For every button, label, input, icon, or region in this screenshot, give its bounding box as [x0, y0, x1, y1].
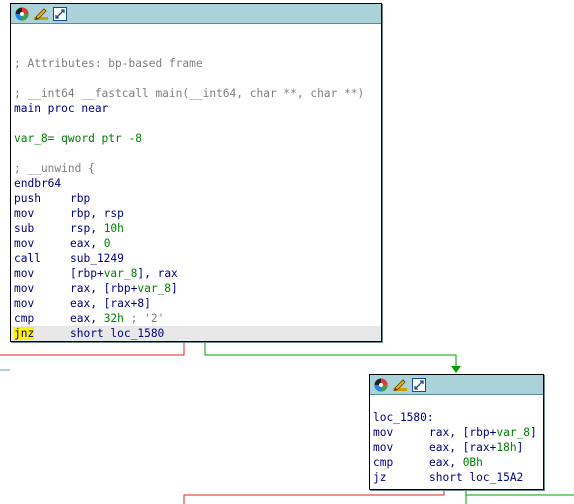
mnemonic: mov [14, 237, 35, 250]
operand: ] [530, 426, 537, 439]
operand: rax, [rbp+ [429, 426, 497, 439]
instruction-line[interactable]: sub rsp, 10h [14, 221, 381, 236]
instruction-line[interactable]: mov rax, [rbp+var_8] [14, 281, 381, 296]
immediate-value: 18h [496, 441, 517, 454]
mnemonic: mov [14, 267, 35, 280]
instruction-line[interactable]: endbr64 [14, 176, 381, 191]
color-palette-icon[interactable] [373, 377, 389, 393]
rename-pencil-icon[interactable] [392, 377, 408, 393]
instruction-line[interactable]: mov rax, [rbp+var_8] [373, 425, 543, 440]
operand: ] [516, 441, 524, 454]
inline-comment: ; '2' [123, 312, 165, 325]
mnemonic: cmp [373, 456, 394, 469]
call-target[interactable]: sub_1249 [70, 252, 124, 265]
mnemonic: mov [14, 297, 35, 310]
color-palette-icon[interactable] [14, 6, 30, 22]
mnemonic: push [14, 192, 41, 205]
instruction-line[interactable]: push rbp [14, 191, 381, 206]
jump-target[interactable]: short loc_1580 [70, 327, 164, 340]
instruction-line-selected[interactable]: jnz short loc_1580 [11, 326, 381, 341]
immediate-value: 10h [103, 222, 124, 235]
mnemonic: jz [373, 471, 387, 484]
loc-label[interactable]: loc_1580: [373, 410, 543, 425]
code-block-main[interactable]: ; Attributes: bp-based frame ; __int64 _… [10, 3, 382, 342]
operand: ] [171, 282, 178, 295]
mnemonic: mov [14, 282, 35, 295]
instruction-line[interactable]: mov rbp, rsp [14, 206, 381, 221]
instruction-line[interactable]: mov [rbp+var_8], rax [14, 266, 381, 281]
instruction-line[interactable]: call sub_1249 [14, 251, 381, 266]
operand: eax, [429, 456, 463, 469]
edge-false-loc [183, 489, 445, 504]
var-reference[interactable]: var_8 [104, 267, 138, 280]
operand: eax, [70, 237, 104, 250]
operand: eax, [rax+ [429, 441, 497, 454]
mnemonic: sub [14, 222, 35, 235]
code-comment: ; __int64 __fastcall main(__int64, char … [14, 87, 365, 100]
instruction-line[interactable]: jz short loc_15A2 [373, 470, 543, 485]
immediate-value: 32h [103, 312, 124, 325]
operand: rbp [70, 192, 91, 205]
mnemonic: mov [373, 441, 394, 454]
mnemonic: call [14, 252, 41, 265]
operand: eax, [70, 312, 104, 325]
instruction-line[interactable]: mov eax, 0 [14, 236, 381, 251]
operand: rbp, rsp [70, 207, 124, 220]
block-header-main [11, 4, 381, 24]
var-reference[interactable]: var_8 [496, 426, 530, 439]
immediate-value: 0 [103, 237, 111, 250]
edge-arrowhead [451, 366, 461, 373]
mnemonic-highlighted: jnz [14, 327, 35, 340]
operand: rax, [rbp+ [70, 282, 138, 295]
var-reference[interactable]: var_8 [137, 282, 171, 295]
instruction-line[interactable]: cmp eax, 32h ; '2' [14, 311, 381, 326]
operand: ], rax [137, 267, 178, 280]
instruction-line[interactable]: mov eax, [rax+18h] [373, 440, 543, 455]
operand: eax, [rax+8] [70, 297, 151, 310]
code-block-loc-1580[interactable]: loc_1580: mov rax, [rbp+var_8] mov eax, [r… [369, 374, 544, 490]
instruction-line[interactable]: mov eax, [rax+8] [14, 296, 381, 311]
jump-target[interactable]: short loc_15A2 [429, 471, 523, 484]
mnemonic: cmp [14, 312, 35, 325]
edge-true-main [204, 341, 457, 368]
operand: [rbp+ [70, 267, 104, 280]
proc-label[interactable]: main proc near [14, 101, 381, 116]
instruction-line[interactable]: cmp eax, 0Bh [373, 455, 543, 470]
code-comment: ; Attributes: bp-based frame [14, 57, 203, 70]
rename-pencil-icon[interactable] [33, 6, 49, 22]
block-header-loc [370, 375, 543, 395]
mnemonic: mov [14, 207, 35, 220]
graph-zoom-icon[interactable] [52, 6, 68, 22]
edge-false-main [0, 341, 185, 356]
operand: rsp, [70, 222, 104, 235]
immediate-value: 0Bh [462, 456, 483, 469]
mnemonic: mov [373, 426, 394, 439]
var-declaration[interactable]: var_8= qword ptr -8 [14, 131, 381, 146]
code-comment: ; __unwind { [14, 162, 95, 175]
graph-zoom-icon[interactable] [411, 377, 427, 393]
